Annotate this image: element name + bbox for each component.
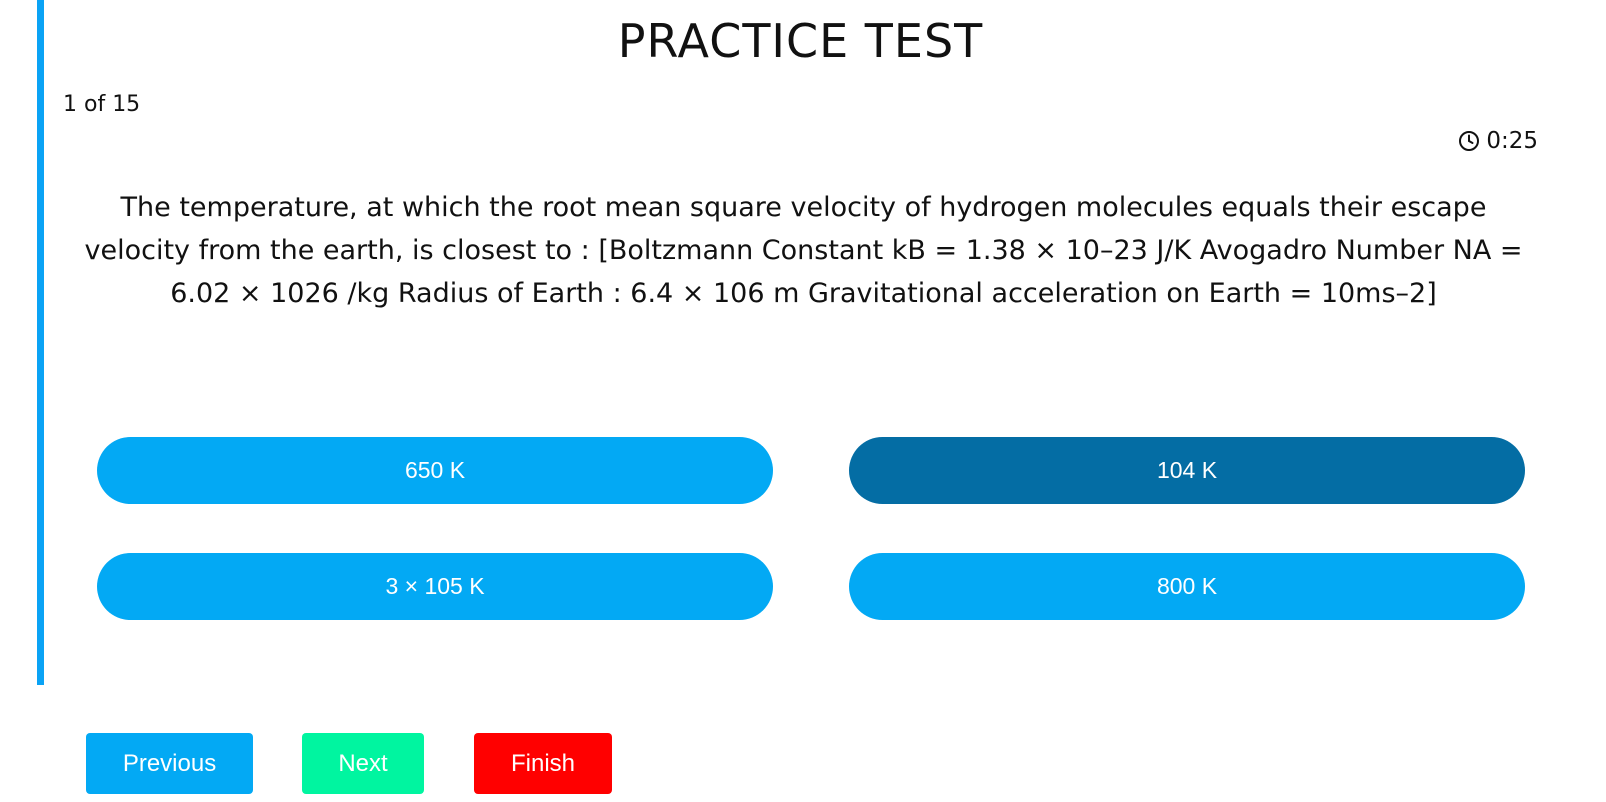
quiz-card: PRACTICE TEST 1 of 15 0:25 The temperatu… (37, 0, 1557, 685)
previous-button[interactable]: Previous (86, 733, 253, 794)
question-counter: 1 of 15 (63, 92, 141, 117)
clock-icon (1458, 130, 1480, 152)
finish-button[interactable]: Finish (474, 733, 612, 794)
timer: 0:25 (1458, 128, 1538, 154)
next-button[interactable]: Next (302, 733, 424, 794)
page-title: PRACTICE TEST (617, 14, 984, 68)
option-1-button[interactable]: 650 K (97, 437, 773, 504)
question-text: The temperature, at which the root mean … (84, 192, 1523, 309)
option-2-button[interactable]: 104 K (849, 437, 1525, 504)
option-3-button[interactable]: 3 × 105 K (97, 553, 773, 620)
option-4-button[interactable]: 800 K (849, 553, 1525, 620)
timer-value: 0:25 (1486, 128, 1538, 154)
